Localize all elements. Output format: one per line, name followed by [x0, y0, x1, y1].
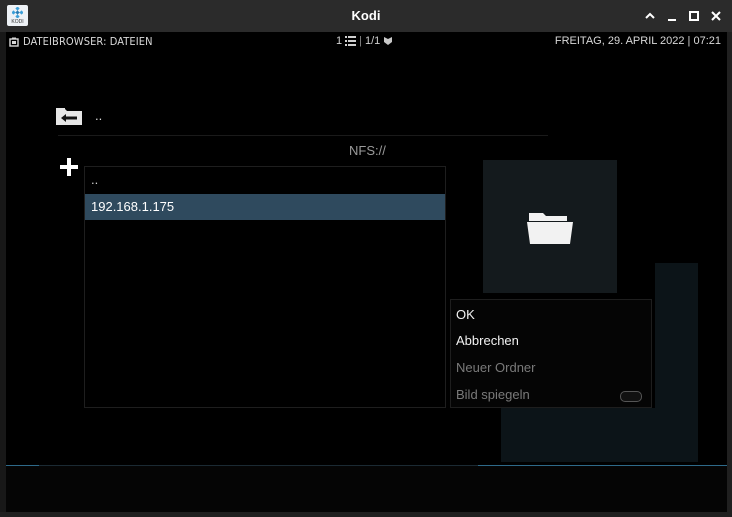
count-separator: | [359, 35, 362, 47]
restore-icon[interactable] [686, 8, 702, 24]
date-time: FREITAG, 29. APRIL 2022 | 07:21 [554, 35, 721, 47]
list-icon [345, 36, 357, 46]
file-list[interactable]: .. 192.168.1.175 [84, 166, 446, 408]
shield-sort-icon [384, 37, 393, 45]
mirror-toggle[interactable] [620, 391, 642, 402]
menu-item-ok[interactable]: OK [456, 302, 646, 328]
window-frame-right [727, 32, 732, 517]
item-count-value: 1 [336, 35, 343, 47]
window-frame-bottom [0, 512, 732, 517]
folder-icon [527, 213, 573, 244]
plus-icon[interactable] [59, 157, 79, 177]
close-icon[interactable] [708, 8, 724, 24]
current-path: NFS:// [349, 143, 386, 158]
list-item[interactable]: 192.168.1.175 [85, 194, 445, 220]
item-count: 1 | 1/1 [336, 35, 393, 47]
menu-item-mirror-image[interactable]: Bild spiegeln [456, 382, 646, 408]
menu-item-new-folder[interactable]: Neuer Ordner [456, 355, 646, 381]
context-menu: OK Abbrechen Neuer Ordner Bild spiegeln [450, 299, 652, 408]
up-level-label[interactable]: .. [95, 108, 102, 123]
bottom-bar [6, 466, 727, 512]
window-title: Kodi [351, 8, 381, 23]
kodi-content: DATEIBROWSER: DATEIEN 1 | 1/1 FREITAG, 2… [6, 32, 727, 512]
section-title: DATEIBROWSER: DATEIEN [23, 35, 153, 48]
section-header: DATEIBROWSER: DATEIEN [9, 35, 153, 48]
minimize-icon[interactable] [664, 8, 680, 24]
back-folder-icon[interactable] [55, 106, 85, 126]
header-divider [58, 135, 548, 136]
menu-item-mirror-label: Bild spiegeln [456, 387, 530, 402]
background-panel [501, 408, 698, 462]
page-indicator: 1/1 [364, 35, 381, 47]
menu-item-cancel[interactable]: Abbrechen [456, 328, 646, 354]
folder-thumbnail [483, 160, 617, 293]
list-item[interactable]: .. [85, 167, 445, 193]
kodi-window: KODI Kodi DATEIBROWSER: DATEIEN 1 | 1/1 … [0, 0, 732, 517]
title-bar[interactable]: KODI Kodi [0, 0, 732, 33]
chevron-up-icon[interactable] [642, 8, 658, 24]
folder-small-icon [9, 37, 19, 47]
